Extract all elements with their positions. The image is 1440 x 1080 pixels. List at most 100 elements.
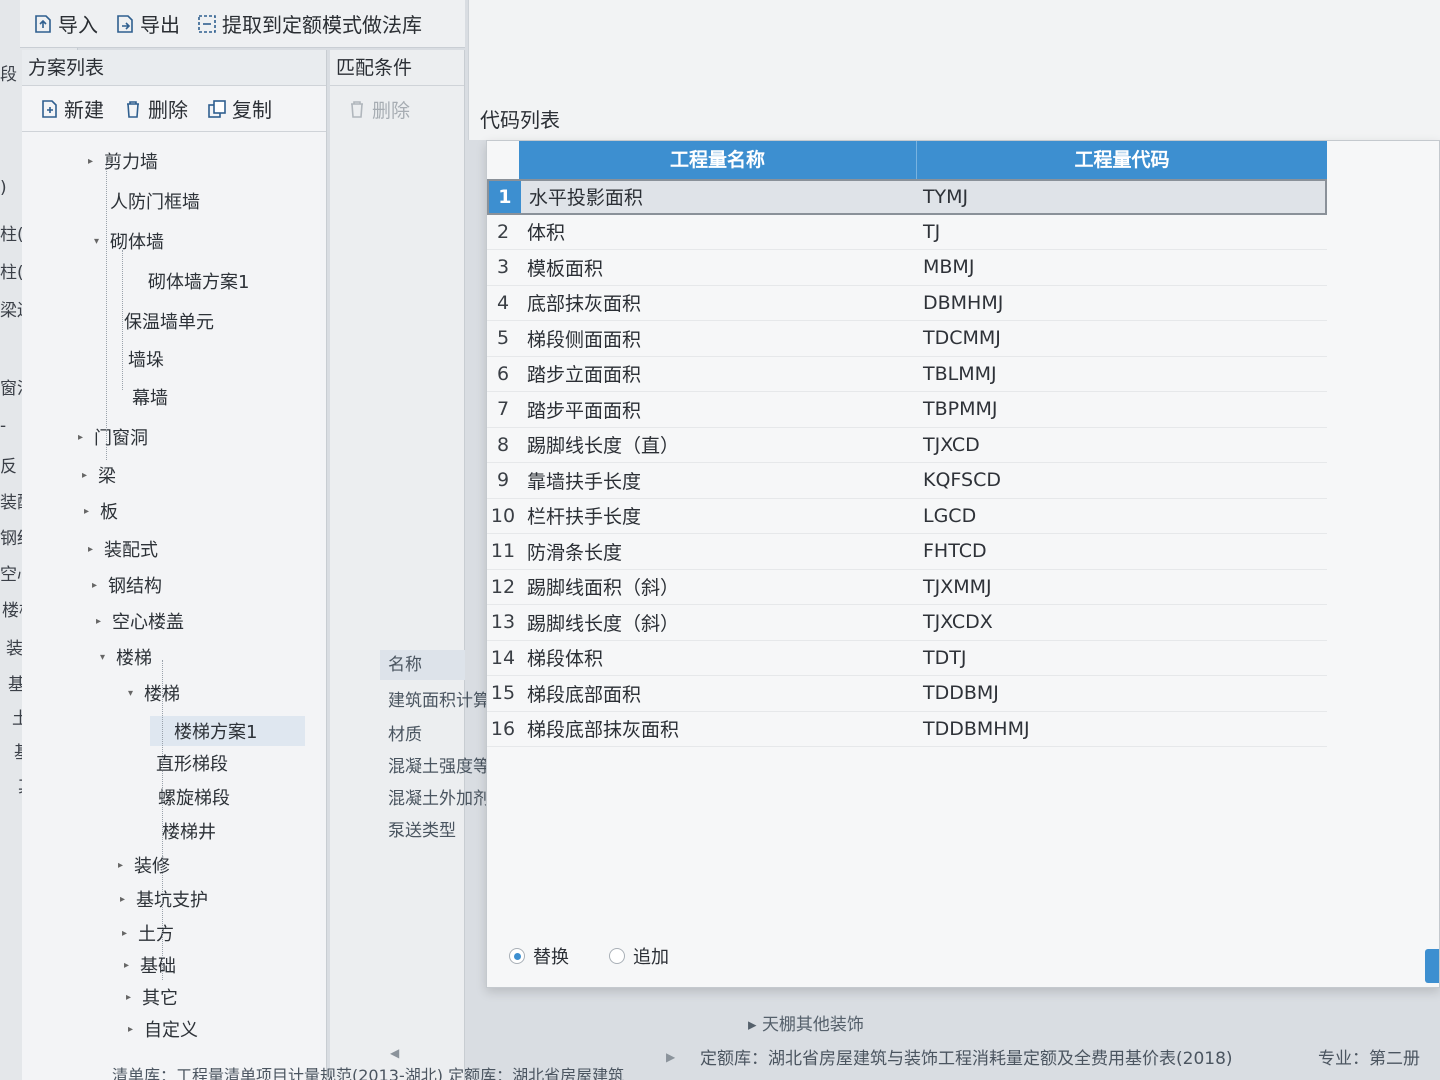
caret-right-icon[interactable]: ▸ — [118, 860, 128, 871]
scheme-tree: ▸ 剪力墙 人防门框墙 ▾ 砌体墙 砌体墙方案1 保温墙单元 墙垛 幕墙 ▸ 门窗洞 ▸ 梁 ▸ 板 ▸ 装配式… — [22, 140, 327, 1080]
scheme-list-panel: 方案列表 新建 删除 复制 ▸ 剪力墙 人防门框墙 ▾ 砌体墙 砌体墙方案1 保温墙单元 墙垛… — [22, 50, 327, 1080]
export-icon — [114, 13, 134, 35]
append-radio[interactable]: 追加 — [609, 943, 669, 969]
tree-node[interactable]: 楼梯井 — [146, 818, 216, 844]
tree-node[interactable]: ▸ 基坑支护 — [120, 886, 208, 912]
table-row[interactable]: 4 底部抹灰面积 DBMHMJ — [487, 286, 1327, 321]
tree-node-label: 装配式 — [104, 540, 158, 561]
property-item[interactable]: 混凝土强度等 — [388, 752, 490, 777]
tree-node[interactable]: 砌体墙方案1 — [132, 268, 249, 294]
table-row[interactable]: 9 靠墙扶手长度 KQFSCD — [487, 463, 1327, 499]
caret-right-icon[interactable]: ▸ — [88, 544, 98, 555]
quantity-name-header[interactable]: 工程量名称 — [519, 141, 917, 179]
tree-node[interactable]: 墙垛 — [112, 346, 164, 372]
tree-node-label: 人防门框墙 — [110, 192, 200, 213]
import-button[interactable]: 导入 — [32, 9, 98, 38]
table-row[interactable]: 15 梯段底部面积 TDDBMJ — [487, 676, 1327, 712]
tree-node[interactable]: ▾ 砌体墙 — [94, 228, 164, 254]
table-row[interactable]: 2 体积 TJ — [487, 215, 1327, 250]
tree-node-label: 砌体墙 — [110, 232, 164, 253]
quantity-name-cell: 水平投影面积 — [528, 187, 643, 210]
left-nav-item[interactable]: - — [0, 416, 6, 436]
left-nav-item[interactable]: 反 — [0, 452, 17, 477]
left-nav-item[interactable]: 段 — [0, 60, 17, 85]
export-button[interactable]: 导出 — [114, 9, 180, 38]
replace-radio[interactable]: 替换 — [509, 943, 569, 969]
quantity-code-cell: TDDBMJ — [923, 682, 999, 705]
quantity-code-header[interactable]: 工程量代码 — [917, 141, 1327, 179]
quantity-code-cell: TDCMMJ — [923, 327, 1001, 350]
table-row[interactable]: 5 梯段侧面面积 TDCMMJ — [487, 321, 1327, 357]
caret-right-icon[interactable]: ▸ — [122, 928, 132, 939]
tree-node[interactable]: ▸ 自定义 — [128, 1016, 198, 1042]
table-row[interactable]: 12 踢脚线面积（斜） TJXMMJ — [487, 570, 1327, 605]
quantity-name-cell: 模板面积 — [527, 257, 604, 280]
delete-label: 删除 — [148, 98, 188, 122]
table-row[interactable]: 16 梯段底部抹灰面积 TDDBMHMJ — [487, 712, 1327, 747]
tree-node[interactable]: 人防门框墙 — [94, 188, 200, 214]
quantity-name-cell: 防滑条长度 — [527, 541, 623, 564]
property-item[interactable]: 材质 — [388, 720, 422, 745]
caret-down-icon[interactable]: ▾ — [100, 652, 110, 663]
tree-node[interactable]: ▸ 空心楼盖 — [96, 608, 184, 634]
tree-node[interactable]: ▸ 钢结构 — [92, 572, 162, 598]
tree-node[interactable]: ▸ 其它 — [126, 984, 178, 1010]
row-number: 6 — [496, 362, 510, 385]
table-row[interactable]: 13 踢脚线长度（斜） TJXCDX — [487, 605, 1327, 641]
quantity-code-cell: KQFSCD — [923, 469, 1001, 492]
delete-button[interactable]: 删除 — [122, 94, 188, 123]
left-nav-item[interactable]: ) — [0, 178, 7, 198]
tree-node[interactable]: 直形梯段 — [140, 750, 228, 776]
tree-node[interactable]: ▸ 土方 — [122, 920, 174, 946]
table-row[interactable]: 11 防滑条长度 FHTCD — [487, 534, 1327, 570]
caret-down-icon[interactable]: ▾ — [128, 688, 138, 699]
tree-node[interactable]: ▸ 梁 — [82, 462, 116, 488]
caret-right-icon[interactable]: ▸ — [126, 992, 136, 1003]
tree-node[interactable]: ▸ 门窗洞 — [78, 424, 148, 450]
tree-node[interactable]: ▾ 楼梯 — [128, 680, 180, 706]
caret-right-icon[interactable]: ▸ — [96, 616, 106, 627]
tree-node[interactable]: ▸ 装配式 — [88, 536, 158, 562]
caret-right-icon[interactable]: ▸ — [82, 470, 92, 481]
tree-node[interactable]: ▸ 板 — [84, 498, 118, 524]
caret-right-icon[interactable]: ▸ — [92, 580, 102, 591]
caret-right-icon[interactable]: ▸ — [78, 432, 88, 443]
tree-node[interactable]: 螺旋梯段 — [142, 784, 230, 810]
new-button[interactable]: 新建 — [38, 94, 104, 123]
property-item[interactable]: 泵送类型 — [388, 816, 456, 841]
specialty-label: 专业：第二册 — [1318, 1049, 1420, 1069]
caret-right-icon[interactable]: ▸ — [124, 960, 134, 971]
extract-to-quota-button[interactable]: 提取到定额模式做法库 — [196, 9, 422, 38]
table-row[interactable]: 3 模板面积 MBMJ — [487, 250, 1327, 286]
code-table-body: 1 水平投影面积 TYMJ 2 体积 TJ 3 模板面积 MBMJ 4 底部抹灰面积 DBMHMJ 5 梯… — [487, 179, 1327, 747]
scroll-right-icon[interactable]: ▶ — [666, 1050, 675, 1064]
caret-right-icon[interactable]: ▸ — [88, 156, 98, 167]
caret-right-icon[interactable]: ▸ — [84, 506, 94, 517]
tree-node[interactable]: 幕墙 — [116, 384, 168, 410]
confirm-button[interactable] — [1425, 949, 1439, 983]
tree-node-label: 土方 — [138, 924, 174, 945]
tree-node[interactable]: ▾ 楼梯 — [100, 644, 152, 670]
tree-node[interactable]: ▸ 剪力墙 — [88, 148, 158, 174]
match-delete-button[interactable]: 删除 — [330, 86, 464, 132]
quantity-name-cell: 梯段底部面积 — [527, 683, 642, 706]
ceiling-decoration-item[interactable]: ▸ 天棚其他装饰 — [748, 1010, 864, 1035]
table-row[interactable]: 7 踏步平面面积 TBPMMJ — [487, 392, 1327, 428]
caret-down-icon[interactable]: ▾ — [94, 236, 104, 247]
copy-button[interactable]: 复制 — [206, 94, 272, 123]
tree-node[interactable]: 保温墙单元 — [108, 308, 214, 334]
table-row[interactable]: 14 梯段体积 TDTJ — [487, 641, 1327, 676]
property-item[interactable]: 混凝土外加剂 — [388, 784, 490, 809]
scroll-left-icon[interactable]: ◀ — [390, 1046, 399, 1060]
caret-right-icon[interactable]: ▸ — [128, 1024, 138, 1035]
table-row[interactable]: 10 栏杆扶手长度 LGCD — [487, 499, 1327, 534]
quantity-code-cell: TDTJ — [923, 646, 967, 669]
quantity-code-cell: MBMJ — [923, 256, 975, 279]
tree-node[interactable]: 楼梯方案1 — [150, 716, 306, 746]
table-row[interactable]: 1 水平投影面积 TYMJ — [487, 179, 1327, 215]
table-row[interactable]: 8 踢脚线长度（直） TJXCD — [487, 428, 1327, 463]
caret-right-icon[interactable]: ▸ — [120, 894, 130, 905]
property-item[interactable]: 建筑面积计算 — [388, 686, 490, 711]
tree-node[interactable]: ▸ 基础 — [124, 952, 176, 978]
table-row[interactable]: 6 踏步立面面积 TBLMMJ — [487, 357, 1327, 392]
